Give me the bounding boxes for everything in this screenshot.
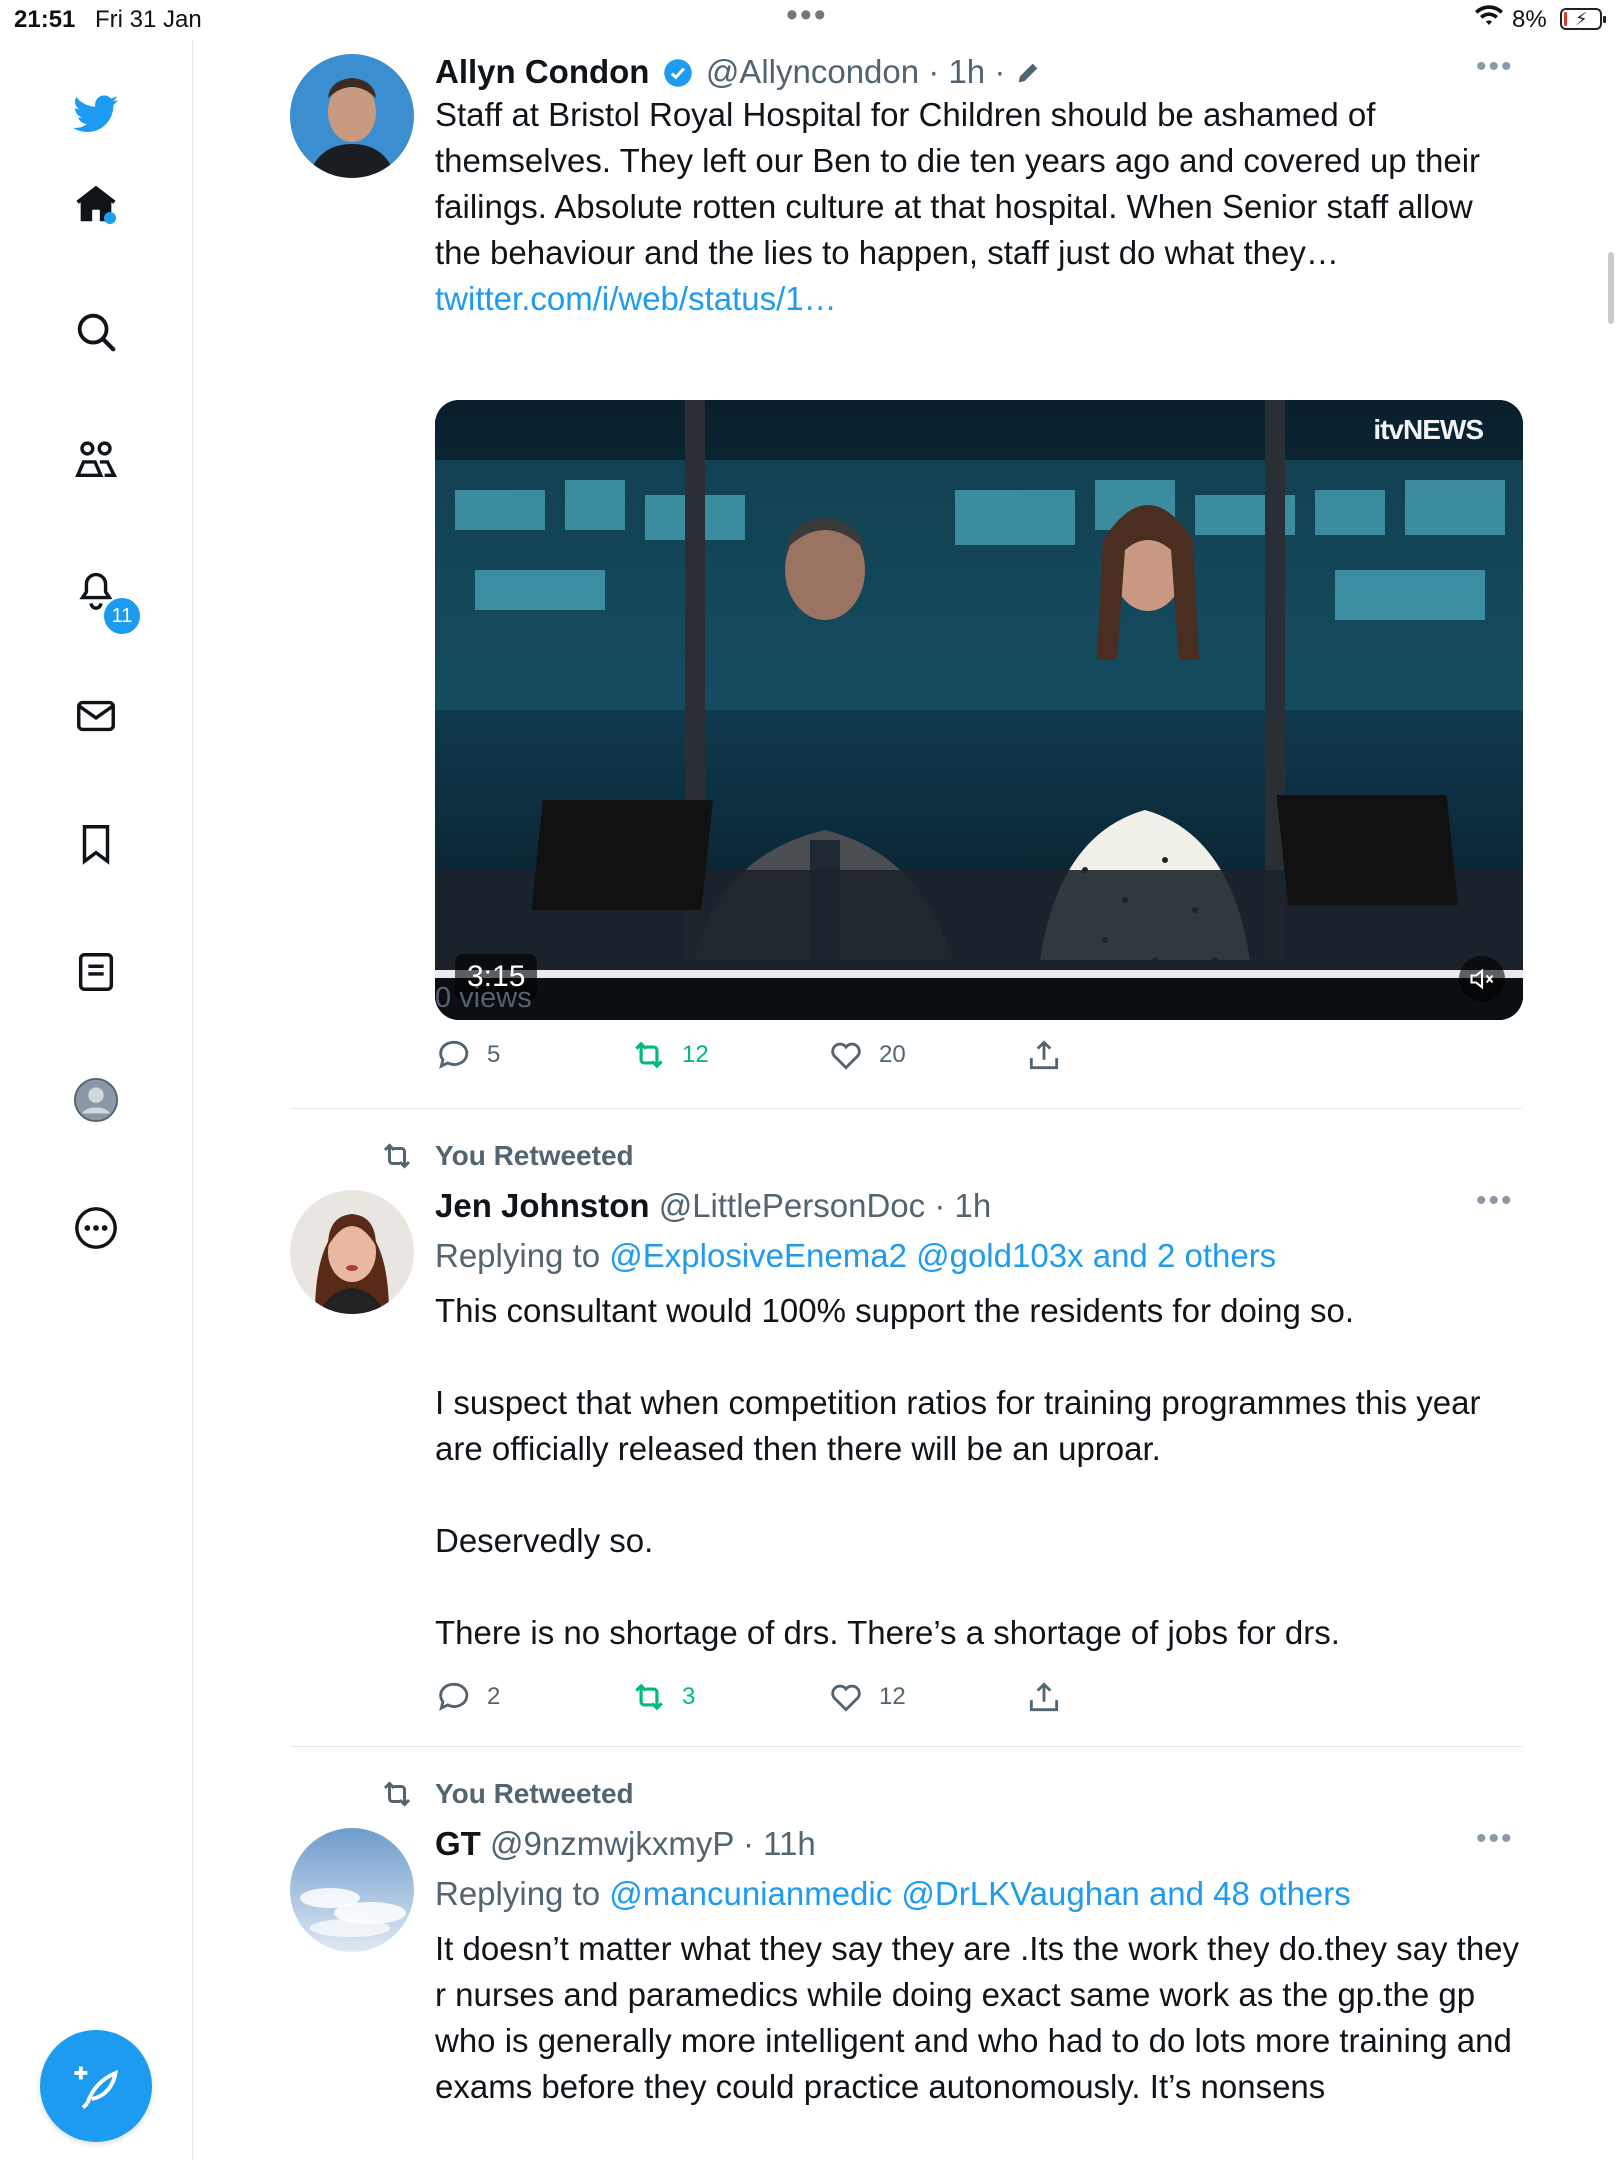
tweet-text: It doesn’t matter what they say they are… — [435, 1930, 1529, 2105]
channel-logo: itvNEWS — [1373, 414, 1484, 445]
battery-icon: ⚡ — [1560, 8, 1606, 30]
tweet-link[interactable]: twitter.com/i/web/status/1… — [435, 276, 1520, 322]
retweet-icon — [635, 1683, 663, 1711]
author-handle[interactable]: @Allyncondon — [706, 53, 919, 90]
avatar[interactable] — [290, 54, 414, 178]
share-button[interactable] — [1025, 1678, 1077, 1716]
author-handle[interactable]: @9nzmwjkxmyP — [490, 1825, 734, 1862]
tweet-time[interactable]: · 1h — [934, 1187, 991, 1224]
reply-count: 5 — [487, 1041, 501, 1068]
replying-to: Replying to @mancunianmedic @DrLKVaughan… — [435, 1874, 1520, 1914]
mute-toggle-button[interactable] — [1459, 956, 1505, 1002]
home-unread-dot — [104, 212, 116, 224]
status-date: Fri 31 Jan — [95, 6, 202, 33]
view-count: 0 views — [435, 982, 532, 1014]
like-count: 20 — [879, 1041, 906, 1068]
notifications-badge: 11 — [102, 596, 142, 636]
tweet-text: Staff at Bristol Royal Hospital for Chil… — [435, 96, 1490, 271]
like-button[interactable]: 12 — [827, 1678, 906, 1716]
tweet-actions: 5 12 20 — [435, 1036, 1135, 1084]
divider — [290, 1108, 1522, 1109]
tweet-time[interactable]: · 1h · — [928, 53, 1005, 90]
battery-percent: 8% — [1512, 6, 1547, 33]
sidebar: 11 — [0, 40, 193, 2160]
tweet-content: Allyn Condon @Allyncondon · 1h · Staff a… — [435, 52, 1520, 322]
avatar[interactable] — [290, 1190, 414, 1314]
bookmarks-icon[interactable] — [70, 818, 122, 870]
tweet-header: Jen Johnston @LittlePersonDoc · 1h — [435, 1186, 1520, 1226]
retweet-context: You Retweeted — [383, 1778, 634, 1810]
divider — [290, 1746, 1522, 1747]
edited-pencil-icon[interactable] — [1014, 59, 1042, 87]
retweet-button[interactable]: 12 — [630, 1036, 709, 1074]
reply-button[interactable]: 5 — [435, 1036, 500, 1074]
communities-icon[interactable] — [70, 434, 122, 486]
lists-icon[interactable] — [70, 946, 122, 998]
retweet-context-label: You Retweeted — [435, 1778, 634, 1809]
like-count: 12 — [879, 1683, 906, 1710]
reply-icon — [439, 1040, 469, 1069]
replying-to-label: Replying to — [435, 1875, 601, 1912]
retweet-icon — [635, 1041, 663, 1069]
search-icon[interactable] — [70, 306, 122, 358]
multitasking-dots-icon[interactable]: ••• — [786, 0, 828, 32]
author-handle[interactable]: @LittlePersonDoc — [659, 1187, 925, 1224]
replying-to-label: Replying to — [435, 1237, 601, 1274]
replying-to-mentions[interactable]: @mancunianmedic @DrLKVaughan and 48 othe… — [609, 1875, 1351, 1912]
reply-button[interactable]: 2 — [435, 1678, 500, 1716]
retweet-context: You Retweeted — [383, 1140, 634, 1172]
scrollbar[interactable] — [1608, 252, 1614, 324]
retweet-count: 12 — [682, 1041, 709, 1068]
tweet-header: Allyn Condon @Allyncondon · 1h · — [435, 52, 1520, 92]
heart-icon — [831, 1042, 861, 1070]
tweet-content: Jen Johnston @LittlePersonDoc · 1h Reply… — [435, 1186, 1520, 1656]
speaker-muted-icon — [1470, 968, 1494, 990]
twitter-logo-icon[interactable] — [70, 88, 122, 140]
wifi-icon — [1475, 5, 1503, 25]
share-icon — [1029, 1040, 1059, 1070]
tweet-header: GT @9nzmwjkxmyP · 11h — [435, 1824, 1520, 1864]
video-thumbnail — [435, 400, 1523, 1020]
author-name[interactable]: GT — [435, 1825, 481, 1862]
verified-badge-icon — [663, 59, 692, 87]
compose-feather-icon — [74, 2066, 119, 2110]
status-time: 21:51 — [14, 6, 76, 33]
compose-tweet-button[interactable] — [40, 2030, 152, 2142]
tweet-content: GT @9nzmwjkxmyP · 11h Replying to @mancu… — [435, 1824, 1520, 2110]
replying-to: Replying to @ExplosiveEnema2 @gold103x a… — [435, 1236, 1520, 1276]
reply-count: 2 — [487, 1683, 501, 1710]
avatar[interactable] — [290, 1828, 414, 1952]
author-name[interactable]: Jen Johnston — [435, 1187, 650, 1224]
video-player[interactable]: itvNEWS 3:15 — [435, 400, 1523, 1020]
reply-icon — [439, 1682, 469, 1711]
retweet-count: 3 — [682, 1683, 696, 1710]
retweet-icon — [383, 1143, 411, 1169]
tweet-text: This consultant would 100% support the r… — [435, 1292, 1481, 1651]
retweet-icon — [383, 1781, 411, 1807]
status-bar: 21:51 Fri 31 Jan ••• 8% ⚡ — [0, 0, 1620, 40]
share-button[interactable] — [1025, 1036, 1077, 1074]
retweet-context-label: You Retweeted — [435, 1140, 634, 1171]
profile-avatar-icon[interactable] — [70, 1074, 122, 1126]
more-options-icon[interactable] — [70, 1202, 122, 1254]
tweet-time[interactable]: · 11h — [743, 1825, 816, 1862]
heart-icon — [831, 1684, 861, 1712]
replying-to-mentions[interactable]: @ExplosiveEnema2 @gold103x and 2 others — [609, 1237, 1276, 1274]
share-icon — [1029, 1682, 1059, 1712]
retweet-button[interactable]: 3 — [630, 1678, 695, 1716]
messages-icon[interactable] — [70, 690, 122, 742]
like-button[interactable]: 20 — [827, 1036, 906, 1074]
tweet-actions: 2 3 12 — [435, 1678, 1135, 1726]
author-name[interactable]: Allyn Condon — [435, 53, 649, 90]
